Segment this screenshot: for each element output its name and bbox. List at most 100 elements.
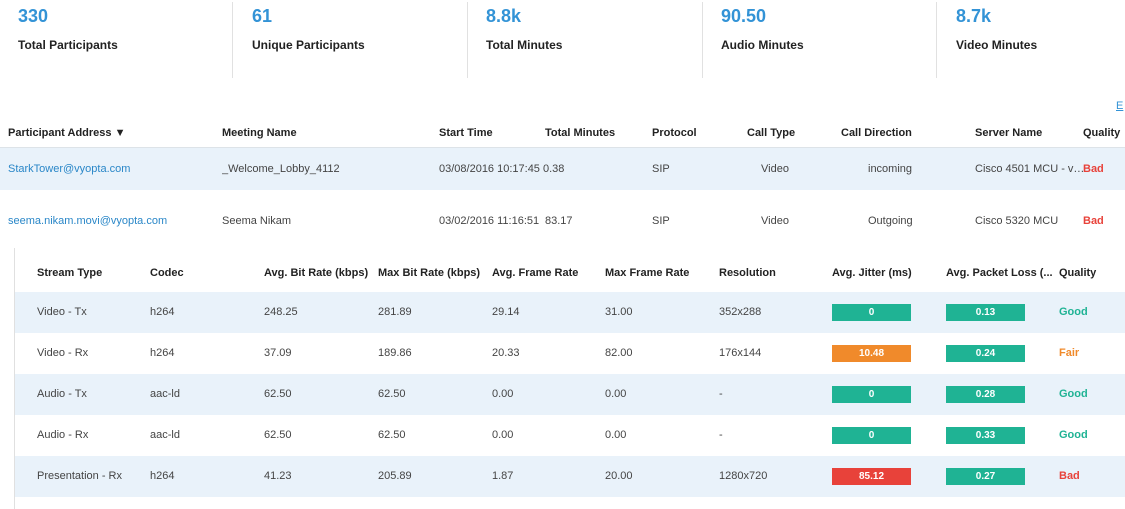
col-codec[interactable]: Codec bbox=[150, 267, 184, 279]
max-frame-rate: 82.00 bbox=[605, 347, 633, 359]
col-stream-type[interactable]: Stream Type bbox=[37, 267, 102, 279]
col-stream-quality[interactable]: Quality bbox=[1059, 267, 1096, 279]
max-frame-rate: 20.00 bbox=[605, 470, 633, 482]
codec: aac-ld bbox=[150, 429, 180, 441]
codec: aac-ld bbox=[150, 388, 180, 400]
avg-bit-rate: 37.09 bbox=[264, 347, 292, 359]
col-quality[interactable]: Quality bbox=[1083, 127, 1120, 139]
protocol: SIP bbox=[652, 163, 670, 175]
avg-frame-rate: 20.33 bbox=[492, 347, 520, 359]
col-max-bit-rate[interactable]: Max Bit Rate (kbps) bbox=[378, 267, 480, 279]
max-bit-rate: 189.86 bbox=[378, 347, 412, 359]
stream-row: Presentation - Rx h264 41.23 205.89 1.87… bbox=[15, 456, 1125, 497]
max-bit-rate: 62.50 bbox=[378, 388, 406, 400]
stat-label: Audio Minutes bbox=[721, 38, 804, 52]
summary-stats: 330 Total Participants 61 Unique Partici… bbox=[0, 0, 1125, 80]
avg-frame-rate: 1.87 bbox=[492, 470, 514, 482]
codec: h264 bbox=[150, 347, 175, 359]
col-avg-jitter[interactable]: Avg. Jitter (ms) bbox=[832, 267, 912, 279]
col-resolution[interactable]: Resolution bbox=[719, 267, 776, 279]
jitter-badge: 0 bbox=[832, 304, 911, 321]
stream-type: Audio - Rx bbox=[37, 429, 89, 441]
avg-bit-rate: 62.50 bbox=[264, 388, 292, 400]
export-link[interactable]: E bbox=[1116, 100, 1123, 112]
max-bit-rate: 281.89 bbox=[378, 306, 412, 318]
stat-value: 330 bbox=[18, 6, 49, 26]
col-total-minutes[interactable]: Total Minutes bbox=[545, 127, 615, 139]
meeting-name: Seema Nikam bbox=[222, 215, 292, 227]
col-call-direction[interactable]: Call Direction bbox=[841, 127, 912, 139]
total-minutes: 83.17 bbox=[545, 215, 573, 227]
max-frame-rate: 31.00 bbox=[605, 306, 633, 318]
avg-frame-rate: 0.00 bbox=[492, 388, 514, 400]
col-start-time[interactable]: Start Time bbox=[439, 127, 493, 139]
stream-type: Audio - Tx bbox=[37, 388, 87, 400]
table-row[interactable]: seema.nikam.movi@vyopta.com Seema Nikam … bbox=[0, 200, 1125, 242]
start-time: 03/02/2016 11:16:51 bbox=[439, 215, 540, 227]
call-direction: Outgoing bbox=[868, 215, 913, 227]
avg-frame-rate: 0.00 bbox=[492, 429, 514, 441]
table-row[interactable]: StarkTower@vyopta.com _Welcome_Lobby_411… bbox=[0, 148, 1125, 190]
participant-address-link[interactable]: seema.nikam.movi@vyopta.com bbox=[8, 215, 167, 227]
stat-label: Total Participants bbox=[18, 38, 118, 52]
stream-type: Presentation - Rx bbox=[37, 470, 122, 482]
col-max-frame-rate[interactable]: Max Frame Rate bbox=[605, 267, 689, 279]
stream-quality-label: Fair bbox=[1059, 347, 1080, 359]
meeting-name: _Welcome_Lobby_4112 bbox=[222, 163, 340, 175]
stat-divider bbox=[232, 2, 233, 78]
stream-quality-label: Bad bbox=[1059, 470, 1080, 482]
stat-value: 8.8k bbox=[486, 6, 522, 26]
col-server-name[interactable]: Server Name bbox=[975, 127, 1042, 139]
col-avg-frame-rate[interactable]: Avg. Frame Rate bbox=[492, 267, 578, 279]
avg-bit-rate: 248.25 bbox=[264, 306, 298, 318]
col-protocol[interactable]: Protocol bbox=[652, 127, 697, 139]
max-frame-rate: 0.00 bbox=[605, 388, 627, 400]
stream-type: Video - Tx bbox=[37, 306, 87, 318]
stat-divider bbox=[702, 2, 703, 78]
server-name: Cisco 4501 MCU - v… bbox=[975, 163, 1083, 175]
resolution: - bbox=[719, 429, 723, 441]
col-meeting-name[interactable]: Meeting Name bbox=[222, 127, 297, 139]
jitter-badge: 0 bbox=[832, 386, 911, 403]
col-avg-packet-loss[interactable]: Avg. Packet Loss (... bbox=[946, 267, 1053, 279]
max-bit-rate: 205.89 bbox=[378, 470, 412, 482]
resolution: 1280x720 bbox=[719, 470, 768, 482]
stat-value: 61 bbox=[252, 6, 273, 26]
call-type: Video bbox=[761, 215, 789, 227]
max-frame-rate: 0.00 bbox=[605, 429, 627, 441]
jitter-badge: 85.12 bbox=[832, 468, 911, 485]
stream-quality-label: Good bbox=[1059, 306, 1088, 318]
stat-label: Unique Participants bbox=[252, 38, 365, 52]
stream-row: Video - Tx h264 248.25 281.89 29.14 31.0… bbox=[15, 292, 1125, 333]
avg-bit-rate: 62.50 bbox=[264, 429, 292, 441]
codec: h264 bbox=[150, 306, 175, 318]
packet-loss-badge: 0.24 bbox=[946, 345, 1025, 362]
stream-details-table: Stream Type Codec Avg. Bit Rate (kbps) M… bbox=[14, 248, 1125, 509]
stat-value: 90.50 bbox=[721, 6, 767, 26]
packet-loss-badge: 0.28 bbox=[946, 386, 1025, 403]
call-type: Video bbox=[761, 163, 789, 175]
stat-divider bbox=[467, 2, 468, 78]
stat-divider bbox=[936, 2, 937, 78]
stream-table-header: Stream Type Codec Avg. Bit Rate (kbps) M… bbox=[15, 248, 1125, 292]
resolution: 352x288 bbox=[719, 306, 762, 318]
stat-label: Total Minutes bbox=[486, 38, 563, 52]
codec: h264 bbox=[150, 470, 175, 482]
packet-loss-badge: 0.27 bbox=[946, 468, 1025, 485]
server-name: Cisco 5320 MCU bbox=[975, 215, 1059, 227]
participant-address-link[interactable]: StarkTower@vyopta.com bbox=[8, 163, 130, 175]
stream-quality-label: Good bbox=[1059, 388, 1088, 400]
avg-bit-rate: 41.23 bbox=[264, 470, 292, 482]
stream-row: Audio - Tx aac-ld 62.50 62.50 0.00 0.00 … bbox=[15, 374, 1125, 415]
col-participant-address[interactable]: Participant Address ▼ bbox=[8, 127, 125, 139]
col-call-type[interactable]: Call Type bbox=[747, 127, 795, 139]
stat-label: Video Minutes bbox=[956, 38, 1038, 52]
quality-label: Bad bbox=[1083, 215, 1104, 227]
start-time: 03/08/2016 10:17:45 bbox=[439, 163, 540, 175]
total-minutes: 0.38 bbox=[543, 163, 565, 175]
protocol: SIP bbox=[652, 215, 670, 227]
max-bit-rate: 62.50 bbox=[378, 429, 406, 441]
packet-loss-badge: 0.13 bbox=[946, 304, 1025, 321]
table-header: Participant Address ▼ Meeting Name Start… bbox=[0, 118, 1125, 148]
col-avg-bit-rate[interactable]: Avg. Bit Rate (kbps) bbox=[264, 267, 368, 279]
